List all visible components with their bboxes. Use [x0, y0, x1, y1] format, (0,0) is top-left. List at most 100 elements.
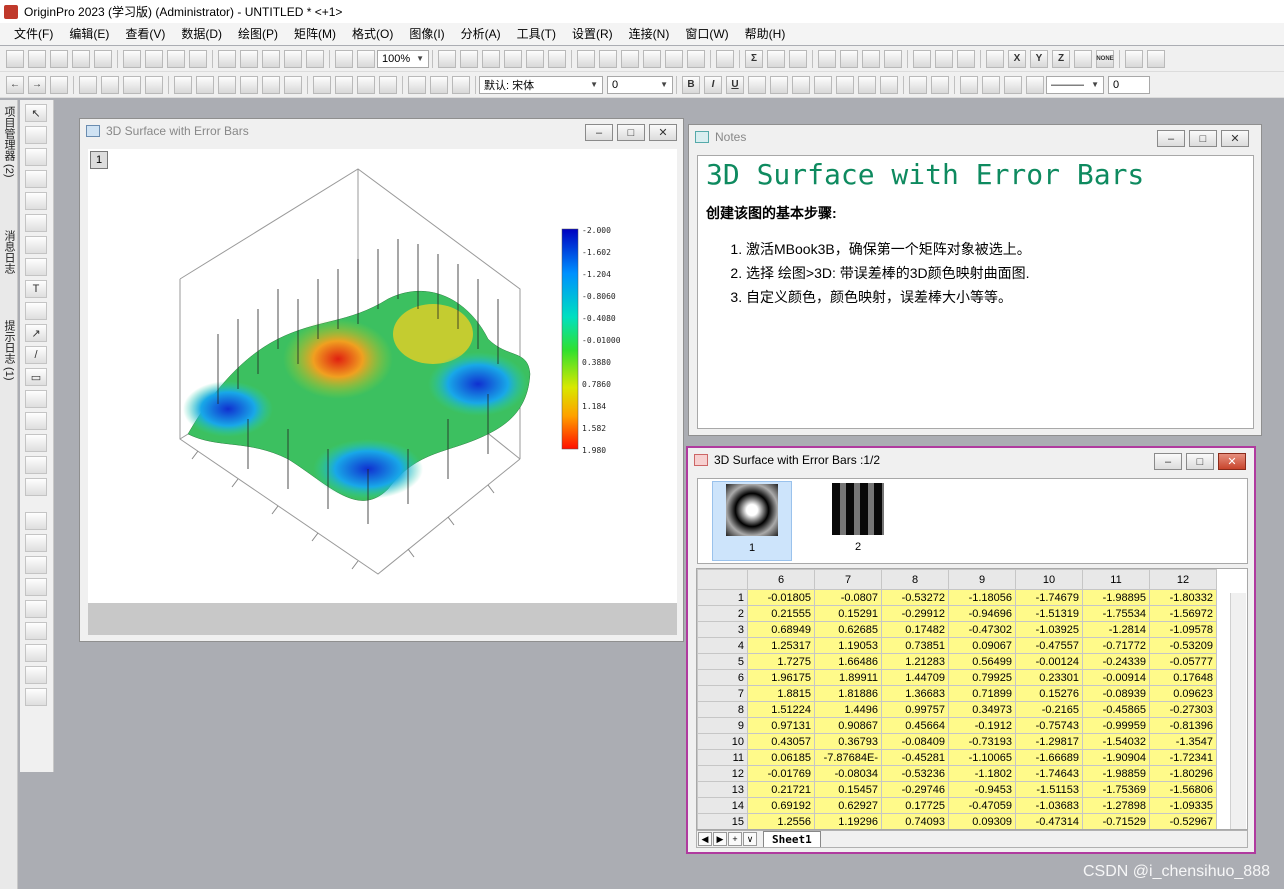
line-color-icon[interactable]	[1004, 75, 1022, 94]
matrix-cell[interactable]: -1.75369	[1082, 781, 1150, 798]
matrix-cell[interactable]: -0.27303	[1149, 701, 1217, 718]
row-header[interactable]: 7	[697, 685, 748, 702]
add-legend-icon[interactable]	[313, 75, 331, 94]
matrix-cell[interactable]: -1.51153	[1015, 781, 1083, 798]
recalculate-icon[interactable]	[357, 49, 375, 68]
close-button[interactable]: ✕	[1221, 130, 1249, 147]
add-colorscale-icon[interactable]	[335, 75, 353, 94]
super-sub-icon[interactable]	[792, 75, 810, 94]
color-scale-bar[interactable]	[561, 228, 579, 450]
matrix-cell[interactable]: -1.29817	[1015, 733, 1083, 750]
matrix-cell[interactable]: 0.56499	[948, 653, 1016, 670]
matrix-cell[interactable]: -1.72341	[1149, 749, 1217, 766]
row-header[interactable]: 12	[697, 765, 748, 782]
disregard-icon[interactable]	[1074, 49, 1092, 68]
font-size-combo[interactable]: 0 ▼	[607, 75, 673, 94]
matrix-cell[interactable]: -1.98895	[1082, 589, 1150, 606]
close-button[interactable]: ✕	[1218, 453, 1246, 470]
layer-manage-icon[interactable]	[284, 75, 302, 94]
pattern-icon[interactable]	[909, 75, 927, 94]
row-header[interactable]: 2	[697, 605, 748, 622]
matrix-cell[interactable]: -0.47059	[948, 797, 1016, 814]
filter-icon[interactable]	[913, 49, 931, 68]
new-notes-icon[interactable]	[145, 49, 163, 68]
grid-icon[interactable]	[25, 688, 47, 706]
draw-data-icon[interactable]	[25, 236, 47, 254]
matrix-grid[interactable]: 6 7 8 9 10 11 12 1 -0.01805 -0.0807 -0.53272 -1.18…	[696, 568, 1248, 830]
copy-icon[interactable]	[430, 75, 448, 94]
line-width-combo[interactable]: 0	[1108, 75, 1150, 94]
column-header[interactable]: 11	[1082, 569, 1150, 590]
matrix-cell[interactable]: 0.71899	[948, 685, 1016, 702]
underline-icon[interactable]: U	[726, 75, 744, 94]
matrix-cell[interactable]: 0.34973	[948, 701, 1016, 718]
matrix-cell[interactable]: 0.45664	[881, 717, 949, 734]
matrix-cell[interactable]: -0.29746	[881, 781, 949, 798]
matrix-cell[interactable]: 1.7275	[747, 653, 815, 670]
matrix-cell[interactable]: -1.80332	[1149, 589, 1217, 606]
annotation-icon[interactable]	[25, 302, 47, 320]
rotate-tool-icon[interactable]	[25, 456, 47, 474]
matrix-cell[interactable]: 0.17725	[881, 797, 949, 814]
set-y-icon[interactable]: Y	[1030, 49, 1048, 68]
notes-content[interactable]: 3D Surface with Error Bars 创建该图的基本步骤: 激活…	[697, 155, 1254, 429]
column-stats-icon[interactable]	[884, 49, 902, 68]
open-template-icon[interactable]	[167, 49, 185, 68]
matrix-cell[interactable]: -0.9453	[948, 781, 1016, 798]
menu-matrix[interactable]: 矩阵(M)	[286, 24, 344, 44]
graph-page[interactable]: 1 -2.000 -1.602 -1.204 -0.8060 -0.4080 -…	[88, 149, 677, 603]
menu-plot[interactable]: 绘图(P)	[230, 24, 286, 44]
matrix-cell[interactable]: -0.01769	[747, 765, 815, 782]
matrix-book-window[interactable]: 3D Surface with Error Bars :1/2 – □ ✕ 1 …	[686, 446, 1256, 854]
add-sheet-icon[interactable]: +	[728, 832, 742, 846]
row-header[interactable]: 4	[697, 637, 748, 654]
row-header[interactable]: 1	[697, 589, 748, 606]
timestamp-icon[interactable]	[379, 75, 397, 94]
greek-icon[interactable]	[814, 75, 832, 94]
matrix-cell[interactable]: -0.1912	[948, 717, 1016, 734]
palette-icon[interactable]	[982, 75, 1000, 94]
matrix-thumbnail[interactable]: 1	[712, 481, 792, 561]
matrix-cell[interactable]: 1.4496	[814, 701, 882, 718]
matrix-cell[interactable]: 0.15276	[1015, 685, 1083, 702]
menu-edit[interactable]: 编辑(E)	[61, 24, 117, 44]
matrix-thumbnail[interactable]: 2	[818, 481, 898, 561]
matrix-cell[interactable]: -0.71529	[1082, 813, 1150, 829]
matrix-cell[interactable]: 0.15457	[814, 781, 882, 798]
set-z-icon[interactable]: Z	[1052, 49, 1070, 68]
matrix-cell[interactable]: 1.51224	[747, 701, 815, 718]
command-window-icon[interactable]	[621, 49, 639, 68]
matrix-cell[interactable]: -1.1802	[948, 765, 1016, 782]
next-sheet-icon[interactable]: ▶	[713, 832, 727, 846]
matrix-cell[interactable]: 0.97131	[747, 717, 815, 734]
arrow-left-icon[interactable]: ←	[6, 75, 24, 94]
dock-tab-smart-hint-log[interactable]: 提示日志 (1)	[1, 320, 17, 381]
matrix-cell[interactable]: -1.3547	[1149, 733, 1217, 750]
matrix-cell[interactable]: -0.29912	[881, 605, 949, 622]
column-header[interactable]: 7	[814, 569, 882, 590]
graph-window[interactable]: 3D Surface with Error Bars – □ ✕ 1 -2.00…	[79, 118, 684, 642]
paste-icon[interactable]	[452, 75, 470, 94]
column-header[interactable]: 8	[881, 569, 949, 590]
print-icon[interactable]	[438, 49, 456, 68]
column-header[interactable]: 6	[747, 569, 815, 590]
matrix-cell[interactable]: -0.94696	[948, 605, 1016, 622]
matrix-cell[interactable]: 1.8815	[747, 685, 815, 702]
matrix-cell[interactable]: -0.08034	[814, 765, 882, 782]
new-excel-icon[interactable]	[189, 49, 207, 68]
matrix-cell[interactable]: 0.09309	[948, 813, 1016, 829]
matrix-cell[interactable]: -1.51319	[1015, 605, 1083, 622]
matrix-cell[interactable]: -0.47557	[1015, 637, 1083, 654]
italic-icon[interactable]: I	[704, 75, 722, 94]
matrix-cell[interactable]: -1.90904	[1082, 749, 1150, 766]
matrix-cell[interactable]: -0.53236	[881, 765, 949, 782]
decrease-font-icon[interactable]	[858, 75, 876, 94]
superscript-icon[interactable]	[748, 75, 766, 94]
matrix-cell[interactable]: -0.05777	[1149, 653, 1217, 670]
new-layer-icon[interactable]	[174, 75, 192, 94]
insert-image-icon[interactable]	[25, 434, 47, 452]
matrix-cell[interactable]: 1.44709	[881, 669, 949, 686]
matrix-cell[interactable]: 1.25317	[747, 637, 815, 654]
matrix-cell[interactable]: -0.53272	[881, 589, 949, 606]
fill-color-icon[interactable]	[960, 75, 978, 94]
